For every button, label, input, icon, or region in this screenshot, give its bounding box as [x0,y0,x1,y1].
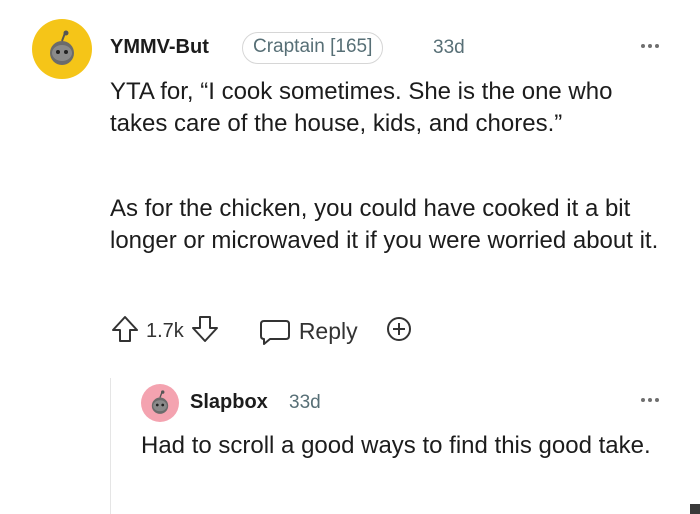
snoo-avatar-icon [151,390,169,414]
user-flair: Craptain [165] [242,32,384,64]
reply-label: Reply [298,318,358,344]
upvote-icon[interactable] [110,314,140,349]
downvote-icon[interactable] [190,314,220,349]
vote-count: 1.7k [146,320,184,342]
comment-username[interactable]: YMMV-But [110,36,209,59]
reply-text: Had to scroll a good ways to find this g… [141,432,651,459]
comment-bubble-icon [259,319,290,345]
reply-avatar[interactable] [141,384,179,422]
avatar[interactable] [32,19,92,79]
thread-line[interactable] [110,378,111,514]
more-options-icon[interactable] [641,398,659,402]
comment-paragraph: As for the chicken, you could have cooke… [110,195,659,254]
comment-timestamp[interactable]: 33d [433,37,465,59]
award-icon[interactable] [384,314,414,349]
reply-username[interactable]: Slapbox [190,391,268,414]
corner-mark [690,504,700,514]
more-options-icon[interactable] [641,44,659,48]
snoo-avatar-icon [50,30,74,65]
reply-button[interactable]: Reply [258,317,358,347]
comment-actions: 1.7k Reply [110,314,414,349]
comment-paragraph: YTA for, “I cook sometimes. She is the o… [110,78,613,137]
reply-timestamp[interactable]: 33d [289,392,321,414]
